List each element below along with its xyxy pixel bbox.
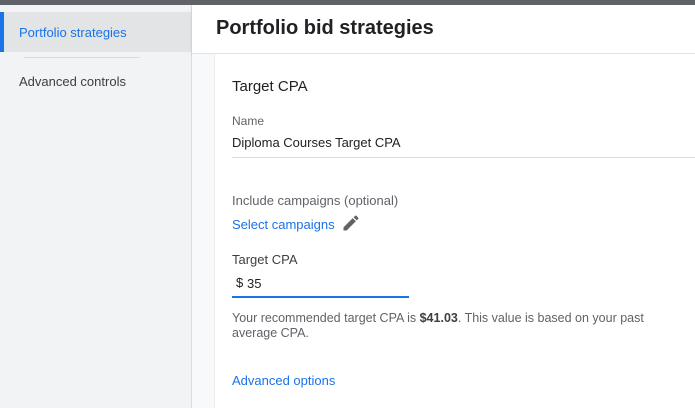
- name-label: Name: [232, 114, 265, 128]
- currency-symbol: $: [236, 275, 244, 290]
- include-campaigns-label: Include campaigns (optional): [232, 193, 399, 208]
- select-campaigns-link[interactable]: Select campaigns: [232, 217, 335, 232]
- strategy-form-card: Target CPA Name Diploma Courses Target C…: [214, 54, 695, 408]
- main-content: Target CPA Name Diploma Courses Target C…: [192, 54, 695, 408]
- sidebar-item-portfolio-strategies[interactable]: Portfolio strategies: [0, 12, 191, 52]
- sidebar-divider: [24, 57, 140, 58]
- recommendation-prefix: Your recommended target CPA is: [232, 311, 420, 325]
- sidebar-item-label: Advanced controls: [19, 73, 126, 89]
- section-title: Target CPA: [232, 78, 308, 95]
- name-field[interactable]: Diploma Courses Target CPA: [232, 135, 401, 150]
- pencil-icon[interactable]: [341, 213, 361, 233]
- advanced-options-link[interactable]: Advanced options: [232, 373, 335, 388]
- recommended-value: $41.03: [419, 311, 458, 325]
- target-cpa-input[interactable]: [247, 273, 397, 293]
- sidebar: Portfolio strategies Advanced controls: [0, 5, 192, 408]
- recommendation-text: Your recommended target CPA is $41.03. T…: [232, 311, 652, 341]
- sidebar-item-label: Portfolio strategies: [19, 24, 127, 40]
- page-header: Portfolio bid strategies: [192, 5, 695, 54]
- sidebar-item-advanced-controls[interactable]: Advanced controls: [0, 61, 191, 101]
- page-title: Portfolio bid strategies: [216, 17, 434, 39]
- target-cpa-input-underline: [232, 296, 409, 298]
- target-cpa-label: Target CPA: [232, 252, 298, 267]
- name-field-underline: [232, 157, 695, 158]
